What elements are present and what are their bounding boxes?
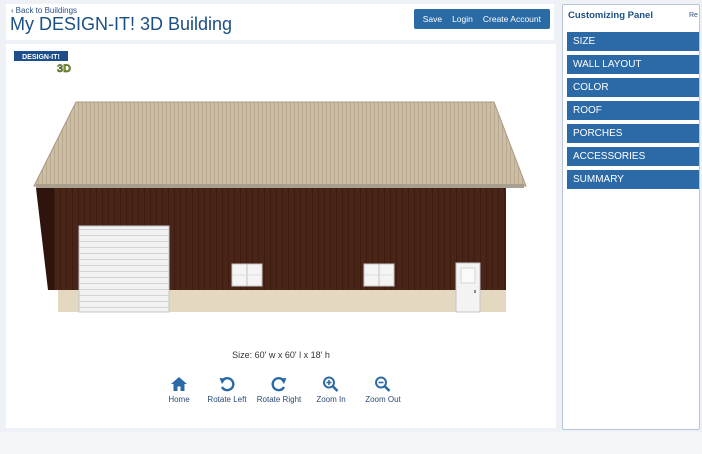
rotate-left-control[interactable]: Rotate Left — [204, 376, 250, 405]
menu-item-color[interactable]: COLOR — [567, 78, 699, 97]
save-button[interactable]: Save — [418, 14, 447, 24]
panel-reset-link[interactable]: Re — [689, 12, 698, 19]
rotate-left-label: Rotate Left — [207, 395, 247, 404]
panel-header: Customizing Panel Re — [563, 5, 699, 25]
rotate-right-label: Rotate Right — [256, 395, 302, 404]
building-viewer[interactable]: DESIGN-IT! 3D Size: 60' w x 60' l x 18' … — [6, 44, 556, 428]
menu-item-accessories[interactable]: ACCESSORIES — [567, 147, 699, 166]
login-button[interactable]: Login — [447, 14, 478, 24]
menu-item-roof[interactable]: ROOF — [567, 101, 699, 120]
home-icon — [171, 377, 187, 391]
menu-item-wall-layout[interactable]: WALL LAYOUT — [567, 55, 699, 74]
rotate-right-control[interactable]: Rotate Right — [256, 376, 302, 405]
window-left — [231, 263, 263, 287]
building-3d-view[interactable] — [6, 44, 556, 344]
menu-item-summary[interactable]: SUMMARY — [567, 170, 699, 189]
building-size-text: Size: 60' w x 60' l x 18' h — [232, 350, 330, 360]
panel-title: Customizing Panel — [568, 10, 653, 21]
zoom-in-label: Zoom In — [316, 395, 346, 404]
menu-item-porches[interactable]: PORCHES — [567, 124, 699, 143]
window-right — [363, 263, 395, 287]
customizing-panel: Customizing Panel Re SIZE WALL LAYOUT CO… — [562, 4, 700, 430]
menu-item-size[interactable]: SIZE — [567, 32, 699, 51]
rotate-right-icon — [271, 377, 287, 392]
panel-menu: SIZE WALL LAYOUT COLOR ROOF PORCHES ACCE… — [563, 32, 699, 189]
zoom-out-icon — [375, 376, 391, 392]
home-label: Home — [168, 395, 190, 404]
view-controls: Home Rotate Left Rotate Right Zoom In Zo… — [156, 376, 401, 426]
zoom-out-label: Zoom Out — [365, 395, 401, 404]
roof-eave — [36, 184, 524, 188]
header-actions: Save Login Create Account — [413, 9, 550, 29]
zoom-in-icon — [323, 376, 339, 392]
page-title: My DESIGN-IT! 3D Building — [10, 14, 233, 34]
wall-shadow-left — [36, 188, 54, 290]
create-account-button[interactable]: Create Account — [478, 14, 546, 24]
bottom-strip — [0, 432, 702, 454]
zoom-in-control[interactable]: Zoom In — [308, 376, 354, 405]
zoom-out-control[interactable]: Zoom Out — [360, 376, 406, 405]
overhead-door — [78, 225, 170, 313]
page-header: ‹ Back to Buildings My DESIGN-IT! 3D Bui… — [6, 4, 554, 40]
roof — [33, 101, 527, 187]
home-control[interactable]: Home — [156, 376, 202, 405]
walk-door — [455, 262, 481, 313]
rotate-left-icon — [219, 377, 235, 392]
